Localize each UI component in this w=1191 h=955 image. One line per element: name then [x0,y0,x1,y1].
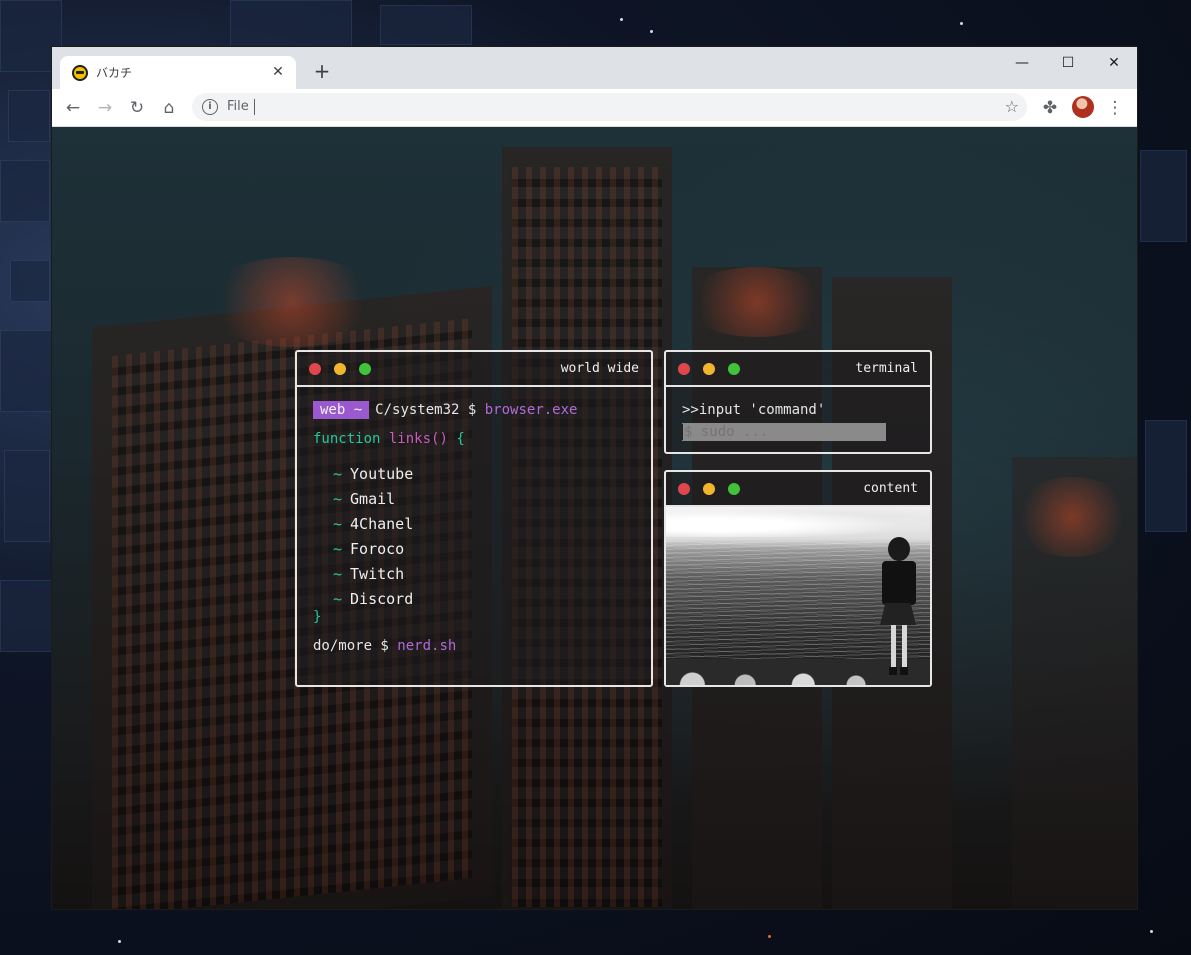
back-button[interactable]: ← [60,95,86,121]
new-tab-button[interactable]: + [310,59,334,83]
list-item[interactable]: ~ Gmail [333,490,413,515]
more-command[interactable]: nerd.sh [397,638,456,654]
link-4chanel[interactable]: 4Chanel [350,515,413,533]
reload-button[interactable]: ↻ [124,95,150,121]
terminal-panel: terminal >>input 'command' [664,350,932,454]
forward-button[interactable]: → [92,95,118,121]
page-content: world wide web ~ C/system32 $ browser.exe… [52,127,1137,909]
browser-window: バカチ ✕ + — ☐ ✕ ← → ↻ ⌂ i File ☆ ✤ ⋮ world… [52,47,1137,909]
function-keyword: function [313,431,381,447]
close-dot-icon [678,483,690,495]
panel-title: world wide [560,361,639,376]
links-list: ~ Youtube ~ Gmail ~4Chanel ~ Foroco ~ Twitch… [333,465,413,615]
neon-glow [202,257,382,347]
maximize-dot-icon [728,483,740,495]
more-path: do/more $ [313,638,389,654]
puzzle-icon[interactable]: ✤ [1037,95,1063,121]
maximize-dot-icon [359,363,371,375]
link-marker: ~ [333,565,343,583]
tab-bar: バカチ ✕ + — ☐ ✕ [52,47,1137,89]
world-wide-panel: world wide web ~ C/system32 $ browser.exe… [295,350,653,687]
menu-button[interactable]: ⋮ [1102,95,1128,121]
link-marker: ~ [333,465,343,483]
close-dot-icon [309,363,321,375]
neon-glow [682,267,832,337]
panel-title: terminal [855,361,918,376]
image-girl-figure [878,537,918,682]
yellow-face-icon [72,65,88,81]
minimize-button[interactable]: — [999,51,1045,75]
neon-glow [1012,477,1132,557]
prompt-line: web ~ C/system32 $ browser.exe [313,401,578,419]
terminal-body: >>input 'command' [682,402,918,441]
panel-header: content [666,472,930,507]
more-line: do/more $ nerd.sh [313,638,456,654]
panel-header: terminal [666,352,930,387]
list-item[interactable]: ~ Foroco [333,540,413,565]
link-marker: ~ [333,540,343,558]
prompt-command: browser.exe [484,402,578,418]
list-item[interactable]: ~4Chanel [333,515,413,540]
function-close-brace: } [313,609,322,625]
command-input[interactable] [682,423,886,441]
function-line: function links() { [313,431,465,447]
link-foroco[interactable]: Foroco [350,540,404,558]
input-caret [682,424,683,440]
browser-toolbar: ← → ↻ ⌂ i File ☆ ✤ ⋮ [52,89,1137,127]
minimize-dot-icon [703,483,715,495]
close-dot-icon [678,363,690,375]
info-icon[interactable]: i [202,99,218,115]
minimize-dot-icon [703,363,715,375]
prompt-path: C/system32 $ [375,402,477,418]
list-item[interactable]: ~ Youtube [333,465,413,490]
close-window-button[interactable]: ✕ [1091,51,1137,75]
tab-active[interactable]: バカチ ✕ [60,56,296,89]
terminal-heading: >>input 'command' [682,402,826,418]
link-marker: ~ [333,590,343,608]
tab-close-icon[interactable]: ✕ [268,62,288,82]
link-youtube[interactable]: Youtube [350,465,413,483]
link-twitch[interactable]: Twitch [350,565,404,583]
function-open-brace: { [456,431,465,447]
link-gmail[interactable]: Gmail [350,490,395,508]
address-bar[interactable]: i File ☆ [192,93,1027,121]
content-panel: content [664,470,932,687]
tab-title: バカチ [96,66,133,80]
maximize-dot-icon [728,363,740,375]
list-item[interactable]: ~ Discord [333,590,413,615]
function-name: links() [388,431,448,447]
content-image [666,507,930,685]
home-button[interactable]: ⌂ [156,95,182,121]
link-discord[interactable]: Discord [350,590,413,608]
panel-header: world wide [297,352,651,387]
address-caret [254,99,255,115]
star-icon[interactable]: ☆ [1005,97,1019,116]
link-marker: ~ [333,490,343,508]
panel-title: content [863,481,918,496]
address-scheme-label: File [227,99,249,114]
minimize-dot-icon [334,363,346,375]
image-clouds [666,507,930,537]
maximize-button[interactable]: ☐ [1045,51,1091,75]
avatar[interactable] [1072,96,1094,118]
prompt-tag: web ~ [313,401,370,419]
link-marker: ~ [333,515,343,533]
list-item[interactable]: ~ Twitch [333,565,413,590]
